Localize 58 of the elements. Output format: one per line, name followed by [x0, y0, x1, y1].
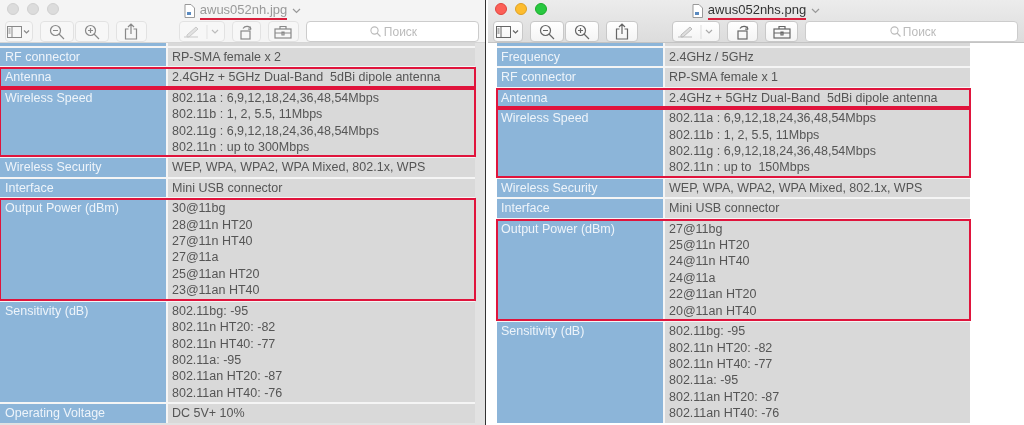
zoom-button[interactable]: [535, 3, 547, 15]
table-cell: 802.11bg: -95 802.11n HT20: -82 802.11n HT40: -77 802.11a: -95 802.11an HT20: -87 802.11an HT40: -76: [168, 301, 475, 403]
table-cell: WEP, WPA, WPA2, WPA Mixed, 802.1x, WPS: [665, 178, 970, 198]
table-cell: 2.4GHz + 5GHz Dual-Band 5dBi dipole antenna: [665, 88, 970, 108]
table-cell: 2.4GHz / 5GHz: [665, 48, 970, 67]
table-cell: 30@11bg 28@11n HT20 27@11n HT40 27@11a 25@11an HT20 23@11an HT40: [168, 199, 475, 300]
table-cell: Antenna: [497, 88, 663, 108]
zoom-out-icon: [49, 23, 66, 40]
table-cell: DC 5V+ 10%: [168, 404, 475, 423]
markup-button[interactable]: [672, 21, 720, 42]
toolbox-icon: [274, 24, 293, 39]
table-cell: Output Power (dBm): [0, 199, 166, 300]
table-cell: Frequency: [497, 48, 663, 67]
table-cell: 802.11bg: -95 802.11n HT20: -82 802.11n HT40: -77 802.11a: -95 802.11an HT20: -87 802.11an HT40: -76: [665, 322, 970, 423]
table-cell: RP-SMA female x 1: [665, 68, 970, 87]
share-icon: [615, 23, 629, 40]
table-cell: WEP, WPA, WPA2, WPA Mixed, 802.1x, WPS: [168, 158, 475, 177]
minimize-button[interactable]: [515, 3, 527, 15]
table-cell: RF connector: [497, 68, 663, 87]
table-cell: Wireless Security: [0, 158, 166, 177]
zoom-in-icon: [574, 23, 590, 40]
close-button[interactable]: [495, 3, 507, 15]
sidebar-button[interactable]: [493, 21, 523, 42]
table-cell: Mini USB connector: [168, 178, 475, 198]
zoom-out-icon: [539, 23, 555, 40]
share-icon: [124, 23, 139, 40]
zoom-in-button[interactable]: [565, 21, 599, 42]
table-cell: 27@11bg 25@11n HT20 24@11n HT40 24@11a 22@11an HT20 20@11an HT40: [665, 219, 970, 321]
zoom-out-button[interactable]: [530, 21, 564, 42]
table-cell: 2.4GHz + 5GHz Dual-Band 5dBi dipole antenna: [168, 68, 475, 87]
chevron-icon[interactable]: [811, 8, 821, 14]
document-icon: [183, 4, 195, 18]
sidebar-icon: [7, 25, 32, 38]
table-cell: RF connector: [0, 48, 166, 67]
table-cell: Sensitivity (dB): [0, 301, 166, 403]
zoom-in-icon: [84, 23, 101, 40]
table-cell: Wireless Speed: [497, 109, 663, 177]
table-cell: Antenna: [0, 68, 166, 87]
share-button[interactable]: [606, 21, 638, 42]
table-cell: Mini USB connector: [665, 199, 970, 218]
table-cell: RP-SMA female x 2: [168, 48, 475, 67]
table-cell: 802.11a : 6,9,12,18,24,36,48,54Mbps 802.11b : 1, 2, 5.5, 11Mbps 802.11g : 6,9,12,18,24,36,48,54Mbps 802.11n : up to 150Mbps: [665, 109, 970, 177]
sidebar-icon: [496, 25, 520, 38]
table-cell: Output Power (dBm): [497, 219, 663, 321]
search-icon: [370, 26, 382, 37]
table-cell: Wireless Speed: [0, 88, 166, 157]
search-field[interactable]: Поиск: [805, 21, 1018, 42]
table-cell: Sensitivity (dB): [497, 322, 663, 423]
search-icon: [889, 26, 901, 37]
document-icon: [691, 4, 703, 18]
toolbox-icon: [772, 24, 791, 39]
table-cell: Interface: [0, 178, 166, 198]
table-cell: Wireless Security: [497, 178, 663, 198]
table-cell: Operating Voltage: [0, 404, 166, 423]
table-cell: 802.11a : 6,9,12,18,24,36,48,54Mbps 802.11b : 1, 2, 5.5, 11Mbps 802.11g : 6,9,12,18,24,36,48,54Mbps 802.11n : up to 300Mbps: [168, 88, 475, 157]
table-cell: Interface: [497, 199, 663, 218]
toolbox-button[interactable]: [765, 21, 798, 42]
rotate-button[interactable]: [727, 21, 758, 42]
